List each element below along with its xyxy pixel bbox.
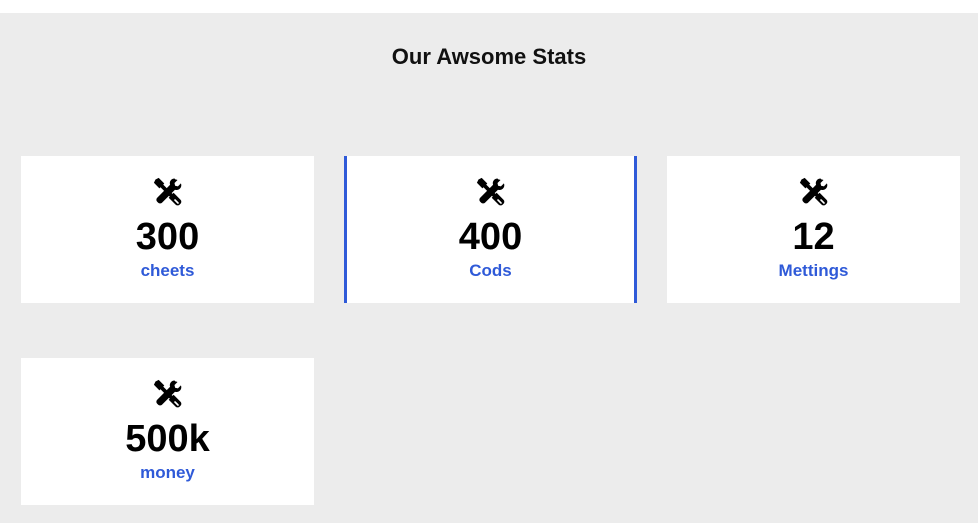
stat-label: cheets (140, 261, 195, 280)
stat-label: money (140, 463, 195, 482)
stat-label: Mettings (778, 261, 849, 280)
stats-section: Our Awsome Stats 300 cheets 400 Cods 12 … (0, 13, 978, 523)
stat-value: 12 (792, 216, 835, 258)
tools-icon (153, 379, 181, 408)
stat-value: 500k (125, 418, 210, 460)
stat-card: 500k money (21, 358, 314, 505)
stat-label: Cods (469, 261, 512, 280)
stat-card: 400 Cods (344, 156, 637, 303)
stat-value: 300 (135, 216, 200, 258)
stat-card: 12 Mettings (667, 156, 960, 303)
stat-card: 300 cheets (21, 156, 314, 303)
section-title: Our Awsome Stats (391, 44, 587, 69)
tools-icon (799, 177, 827, 206)
tools-icon (476, 177, 504, 206)
tools-icon (153, 177, 181, 206)
stat-value: 400 (458, 216, 523, 258)
